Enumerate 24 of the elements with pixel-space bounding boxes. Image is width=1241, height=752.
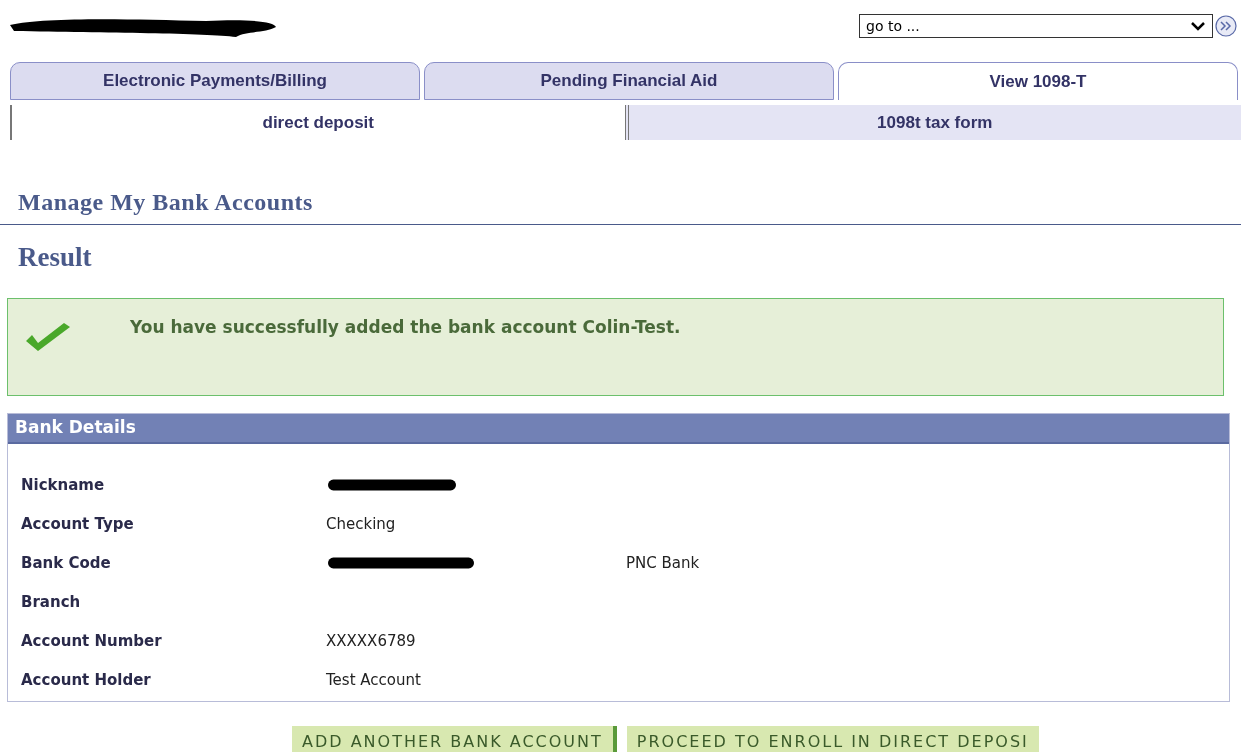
checkmark-icon — [24, 320, 72, 353]
field-label: Account Holder — [21, 669, 152, 691]
field-label: Account Number — [21, 630, 163, 652]
field-label: Account Type — [21, 513, 135, 535]
field-label: Nickname — [21, 474, 106, 496]
field-label: Bank Code — [21, 552, 112, 574]
go-button-icon[interactable] — [1215, 15, 1237, 37]
field-value: Checking — [326, 513, 396, 535]
sub-tab[interactable]: 1098t tax form — [624, 105, 1241, 140]
field-value: PNC Bank — [626, 552, 700, 574]
field-value: XXXXX6789 — [326, 630, 416, 652]
tab[interactable]: View 1098-T — [838, 62, 1238, 100]
goto-dropdown[interactable]: go to ... — [859, 14, 1213, 38]
section-title: Result — [18, 242, 92, 272]
action-button[interactable]: ADD ANOTHER BANK ACCOUNT — [292, 725, 617, 752]
page-title: Manage My Bank Accounts — [18, 189, 313, 215]
panel-title: Bank Details — [15, 415, 136, 439]
chevron-down-icon — [1190, 21, 1206, 31]
action-button[interactable]: PROCEED TO ENROLL IN DIRECT DEPOSI — [626, 725, 1039, 752]
field-label: Branch — [21, 591, 82, 613]
tab[interactable]: Electronic Payments/Billing — [10, 62, 420, 100]
field-value: Test Account — [326, 669, 421, 691]
tab[interactable]: Pending Financial Aid — [424, 62, 834, 100]
success-message: You have successfully added the bank account Colin-Test. — [130, 315, 681, 339]
